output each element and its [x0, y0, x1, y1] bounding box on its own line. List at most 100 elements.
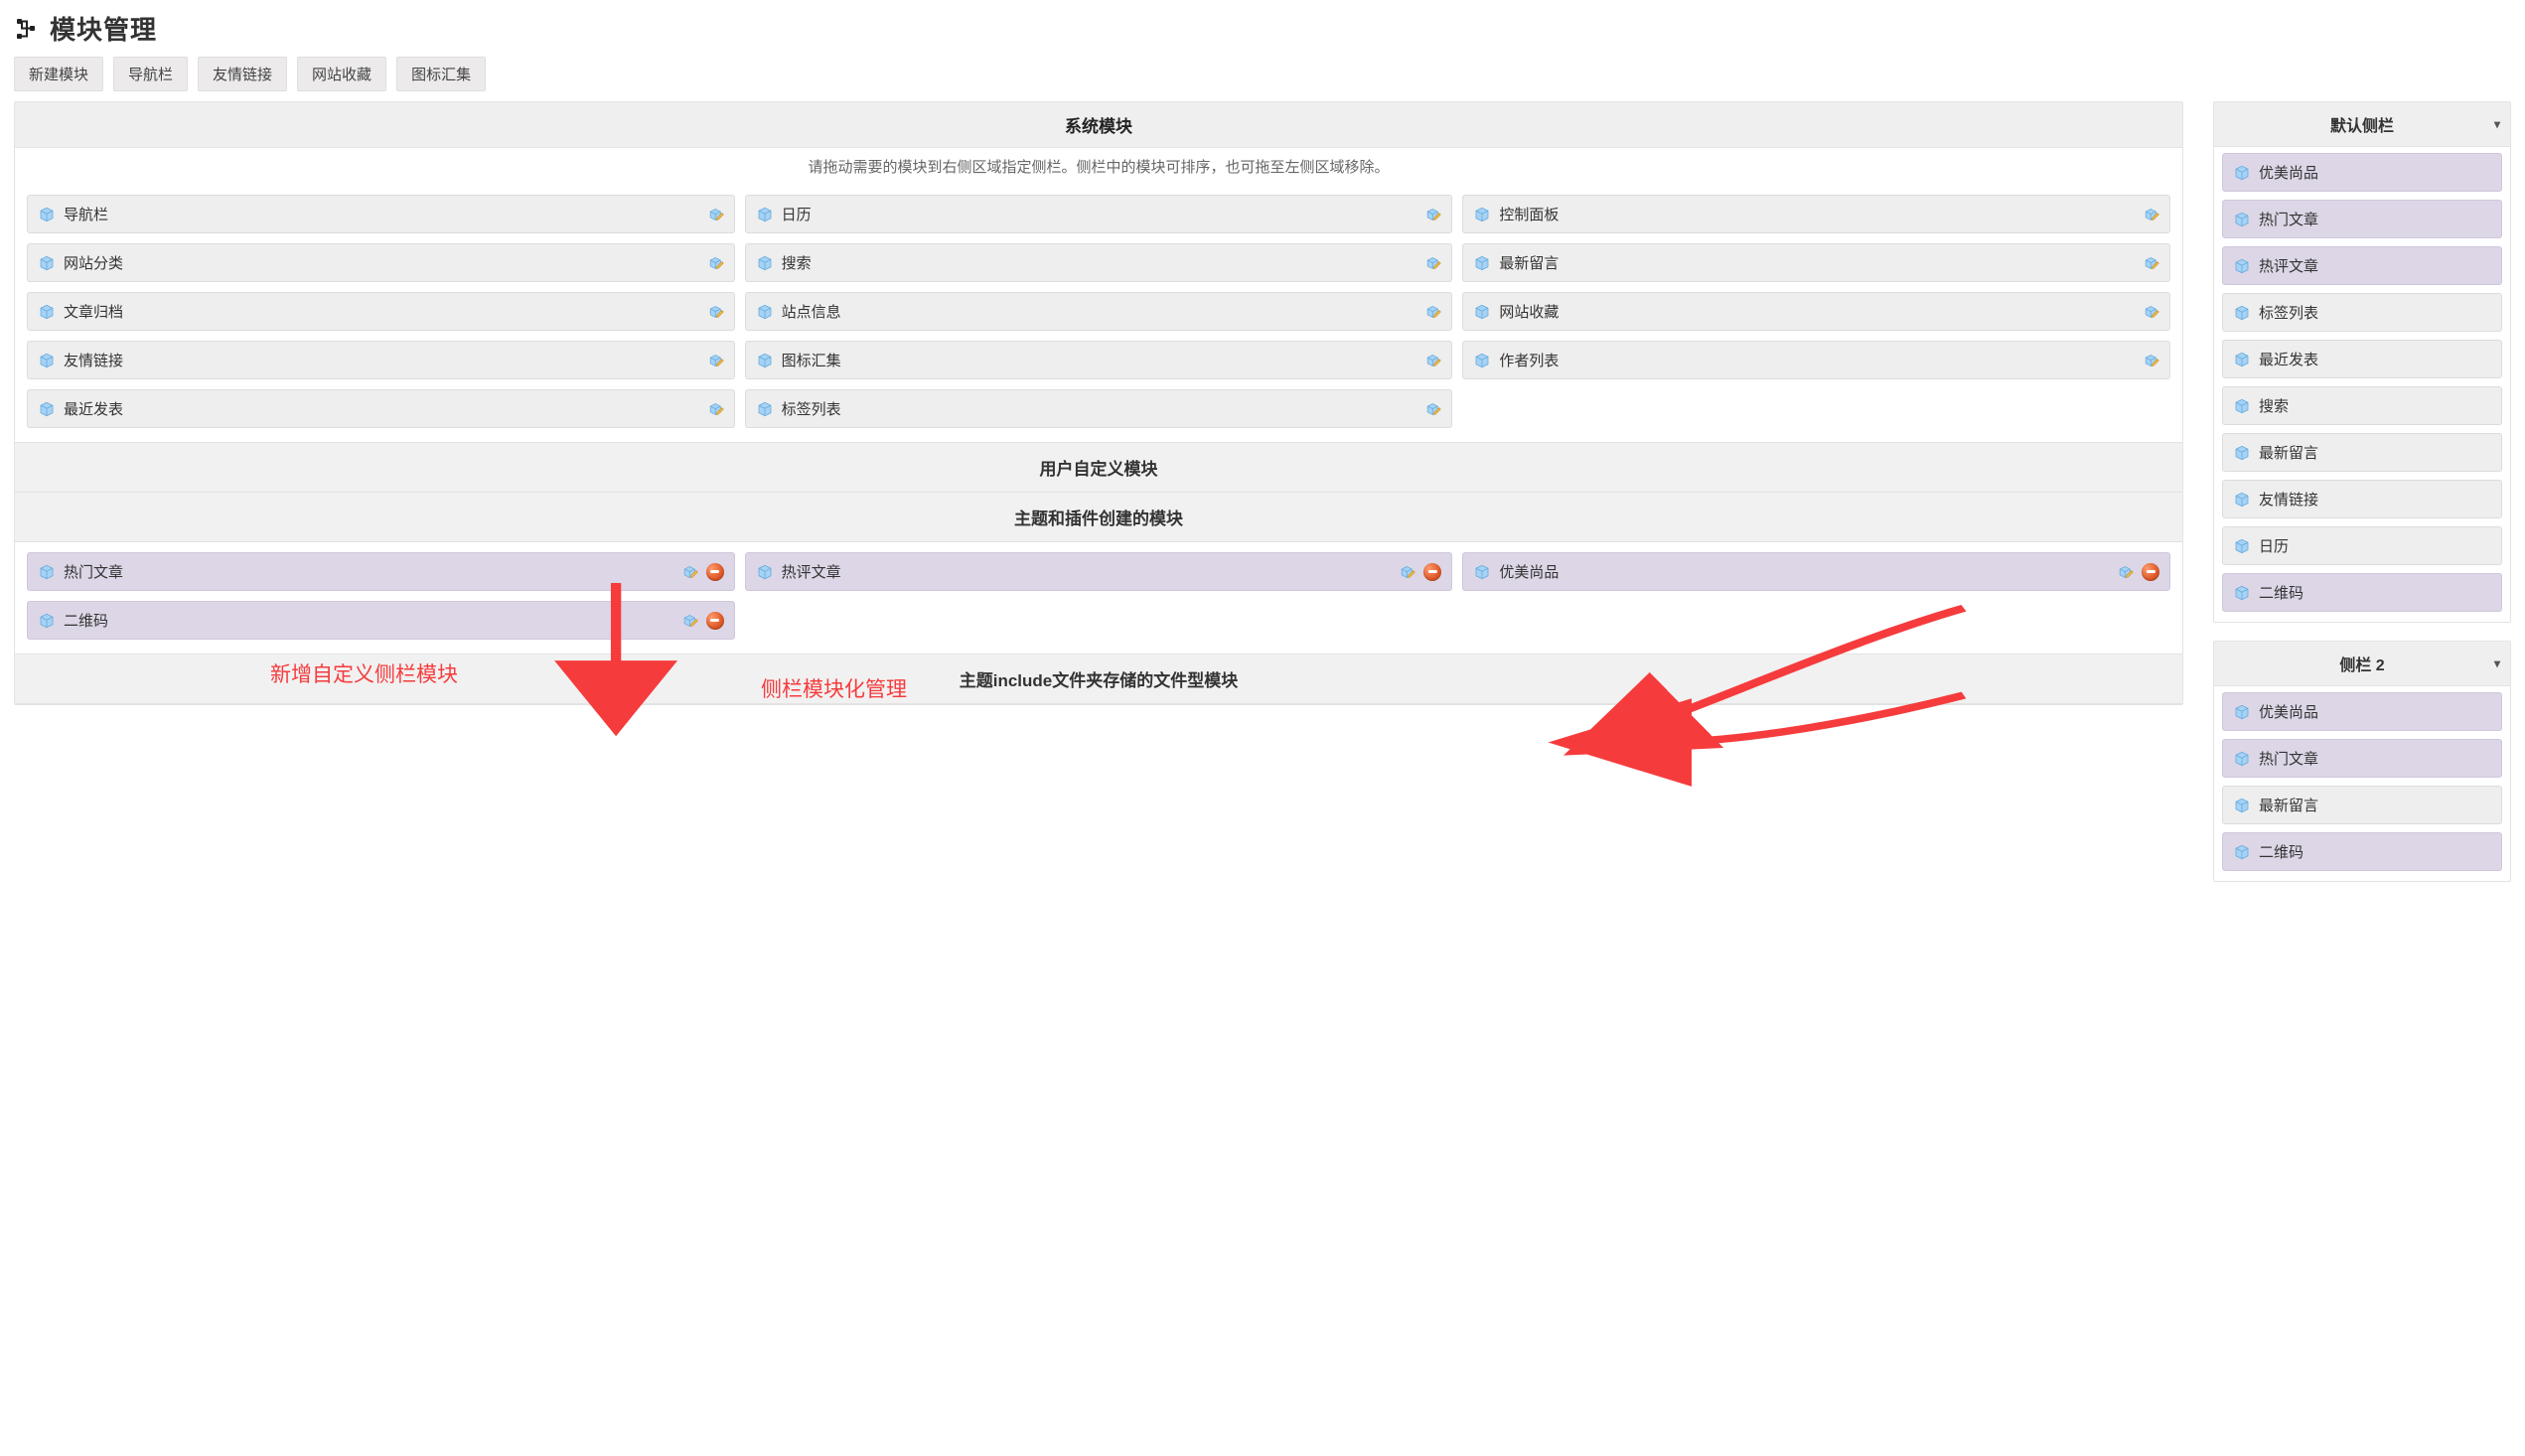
theme-module-chip[interactable]: 热评文章 [745, 552, 1453, 591]
sidebar-item-label: 搜索 [2259, 395, 2289, 416]
module-chip[interactable]: 友情链接 [27, 341, 735, 379]
sidebar-item-label: 热评文章 [2259, 255, 2318, 276]
module-chip[interactable]: 控制面板 [1462, 195, 2170, 233]
sidebar-item[interactable]: 日历 [2222, 526, 2502, 565]
module-label: 友情链接 [64, 350, 700, 370]
navbar-button[interactable]: 导航栏 [113, 57, 188, 91]
module-chip[interactable]: 文章归档 [27, 292, 735, 331]
module-edit-icon[interactable] [2144, 353, 2159, 368]
theme-module-chip[interactable]: 优美尚品 [1462, 552, 2170, 591]
theme-plugin-title: 主题和插件创建的模块 [15, 493, 2182, 542]
new-module-button[interactable]: 新建模块 [14, 57, 103, 91]
favorites-button[interactable]: 网站收藏 [297, 57, 386, 91]
module-label: 站点信息 [782, 301, 1418, 322]
sidebar-item[interactable]: 优美尚品 [2222, 153, 2502, 192]
module-label: 图标汇集 [782, 350, 1418, 370]
module-chip[interactable]: 标签列表 [745, 389, 1453, 428]
module-box-icon [756, 352, 774, 369]
module-box-icon [2233, 397, 2251, 415]
sidebar-item-label: 最近发表 [2259, 349, 2318, 369]
module-box-icon [1473, 254, 1491, 272]
remove-icon[interactable] [1423, 563, 1441, 581]
sidebar-item[interactable]: 热门文章 [2222, 200, 2502, 238]
friendlinks-button[interactable]: 友情链接 [198, 57, 287, 91]
sidebar-item-label: 优美尚品 [2259, 162, 2318, 183]
module-edit-icon[interactable] [708, 255, 724, 271]
module-edit-icon[interactable] [682, 564, 698, 580]
module-edit-icon[interactable] [1425, 207, 1441, 222]
module-edit-icon[interactable] [2144, 255, 2159, 271]
sidebar-item[interactable]: 最新留言 [2222, 433, 2502, 472]
module-chip[interactable]: 最新留言 [1462, 243, 2170, 282]
module-box-icon [38, 563, 56, 581]
sidebar-item-label: 友情链接 [2259, 489, 2318, 510]
module-edit-icon[interactable] [1425, 401, 1441, 417]
remove-icon[interactable] [706, 563, 724, 581]
module-label: 导航栏 [64, 204, 700, 224]
sidebar-item-label: 二维码 [2259, 841, 2303, 862]
remove-icon[interactable] [2142, 563, 2159, 581]
module-box-icon [38, 612, 56, 630]
module-label: 最近发表 [64, 398, 700, 419]
system-modules-subtitle: 请拖动需要的模块到右侧区域指定侧栏。侧栏中的模块可排序，也可拖至左侧区域移除。 [15, 148, 2182, 185]
module-box-icon [2233, 584, 2251, 602]
icons-button[interactable]: 图标汇集 [396, 57, 486, 91]
sidebar-item[interactable]: 标签列表 [2222, 293, 2502, 332]
module-label: 热门文章 [64, 561, 674, 582]
module-edit-icon[interactable] [708, 207, 724, 222]
module-chip[interactable]: 最近发表 [27, 389, 735, 428]
module-edit-icon[interactable] [1425, 304, 1441, 320]
module-box-icon [2233, 703, 2251, 721]
sidebar-card-header[interactable]: 侧栏 2▾ [2214, 642, 2510, 686]
sidebar-item[interactable]: 热评文章 [2222, 246, 2502, 285]
module-edit-icon[interactable] [1400, 564, 1415, 580]
module-chip[interactable]: 网站收藏 [1462, 292, 2170, 331]
module-box-icon [2233, 750, 2251, 768]
remove-icon[interactable] [706, 612, 724, 630]
module-label: 标签列表 [782, 398, 1418, 419]
system-modules-grid: 导航栏 日历 控制面板网站分类 搜索 最新留言文章归档 站点信息 网站收藏友情链接 图标汇集 作… [15, 185, 2182, 442]
sidebar-item[interactable]: 二维码 [2222, 573, 2502, 612]
module-box-icon [2233, 304, 2251, 322]
module-edit-icon[interactable] [682, 613, 698, 629]
module-chip[interactable]: 日历 [745, 195, 1453, 233]
module-chip[interactable]: 站点信息 [745, 292, 1453, 331]
sidebar-item[interactable]: 最新留言 [2222, 786, 2502, 824]
sidebar-item-label: 热门文章 [2259, 748, 2318, 769]
sidebar-item[interactable]: 最近发表 [2222, 340, 2502, 378]
module-label: 热评文章 [782, 561, 1393, 582]
module-edit-icon[interactable] [708, 304, 724, 320]
annotation-right: 侧栏模块化管理 [761, 673, 907, 703]
sidebar-item[interactable]: 友情链接 [2222, 480, 2502, 518]
sidebar-item-label: 最新留言 [2259, 795, 2318, 815]
module-edit-icon[interactable] [708, 401, 724, 417]
theme-module-chip[interactable]: 热门文章 [27, 552, 735, 591]
module-label: 网站收藏 [1499, 301, 2136, 322]
sidebar-item[interactable]: 优美尚品 [2222, 692, 2502, 731]
toolbar: 新建模块 导航栏 友情链接 网站收藏 图标汇集 [14, 57, 2511, 101]
sidebar-item[interactable]: 热门文章 [2222, 739, 2502, 778]
module-edit-icon[interactable] [1425, 255, 1441, 271]
module-chip[interactable]: 图标汇集 [745, 341, 1453, 379]
module-box-icon [2233, 797, 2251, 814]
module-label: 搜索 [782, 252, 1418, 273]
sidebar-item[interactable]: 二维码 [2222, 832, 2502, 871]
module-label: 日历 [782, 204, 1418, 224]
module-edit-icon[interactable] [2144, 304, 2159, 320]
module-edit-icon[interactable] [708, 353, 724, 368]
sidebar-card: 默认侧栏▾ 优美尚品热门文章热评文章标签列表最近发表搜索最新留言友情链接日历二维码 [2213, 101, 2511, 623]
sidebar-item-label: 优美尚品 [2259, 701, 2318, 722]
module-chip[interactable]: 作者列表 [1462, 341, 2170, 379]
module-edit-icon[interactable] [2118, 564, 2134, 580]
sidebar-item-label: 最新留言 [2259, 442, 2318, 463]
chevron-down-icon: ▾ [2494, 656, 2500, 670]
theme-module-chip[interactable]: 二维码 [27, 601, 735, 640]
module-box-icon [38, 206, 56, 223]
sidebar-item[interactable]: 搜索 [2222, 386, 2502, 425]
module-chip[interactable]: 搜索 [745, 243, 1453, 282]
module-chip[interactable]: 网站分类 [27, 243, 735, 282]
module-edit-icon[interactable] [1425, 353, 1441, 368]
sidebar-card-header[interactable]: 默认侧栏▾ [2214, 102, 2510, 147]
module-chip[interactable]: 导航栏 [27, 195, 735, 233]
module-edit-icon[interactable] [2144, 207, 2159, 222]
